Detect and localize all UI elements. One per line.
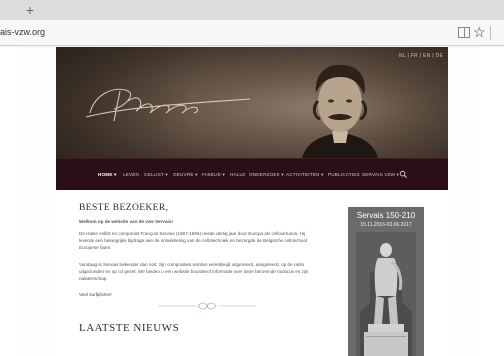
browser-window: + ais-vzw.org ☆ NL | FR | EN | DE HOME ▾… [0,0,504,356]
reading-view-icon[interactable] [458,27,470,38]
favorite-star-icon[interactable]: ☆ [473,23,486,41]
today-paragraph: Vandaag is Servais bekender dan ooit: zi… [79,262,309,281]
tab-strip: + [0,0,504,20]
signature-logo[interactable] [84,77,254,127]
exhibition-dates: 15.11.2016-03.06.2017 [360,222,412,228]
statue-image [356,232,416,356]
nav-item-cellist[interactable]: CELLIST ▾ [144,159,168,191]
new-tab-button[interactable]: + [22,2,38,18]
main-content: BESTE BEZOEKER, Welkom op de website van… [56,190,448,356]
nav-item-familie[interactable]: FAMILIE ▾ [202,159,225,191]
toolbar-divider [490,26,491,40]
nav-item-publicaties[interactable]: PUBLICATIES [328,159,360,191]
address-bar[interactable]: ais-vzw.org ☆ [0,20,504,46]
intro-paragraph: De Halse cellist en componist François S… [79,231,308,250]
nav-item-halle[interactable]: HALLE [230,159,246,191]
language-links[interactable]: NL | FR | EN | DE [399,53,443,59]
nav-item-activiteiten[interactable]: ACTIVITEITEN ▾ [286,159,324,191]
website: NL | FR | EN | DE HOME ▾ LEVEN CELLIST ▾… [56,47,448,356]
url-text[interactable]: ais-vzw.org [0,27,45,37]
nav-item-onderzoek[interactable]: ONDERZOEK ▾ [249,159,284,191]
hero-banner: NL | FR | EN | DE [56,47,448,158]
search-icon[interactable] [399,170,408,179]
exhibition-banner[interactable]: Servais 150-210 15.11.2016-03.06.2017 [348,207,424,356]
closing-text: Veel surfplezier! [79,292,112,297]
welcome-text: Welkom op de website van de vzw Servais! [79,219,173,224]
nav-item-oeuvre[interactable]: OEUVRE ▾ [173,159,198,191]
latest-news-heading: LAATSTE NIEUWS [79,322,180,334]
portrait-image [302,64,378,158]
nav-item-servais-vzw[interactable]: SERVAIS VZW ▾ [362,159,399,191]
ornament-divider [158,302,256,310]
nav-item-leven[interactable]: LEVEN [123,159,139,191]
page-heading: BESTE BEZOEKER, [79,203,169,213]
exhibition-title: Servais 150-210 [356,211,416,220]
nav-item-home[interactable]: HOME ▾ [98,159,117,191]
main-navigation: HOME ▾ LEVEN CELLIST ▾ OEUVRE ▾ FAMILIE … [56,158,448,191]
